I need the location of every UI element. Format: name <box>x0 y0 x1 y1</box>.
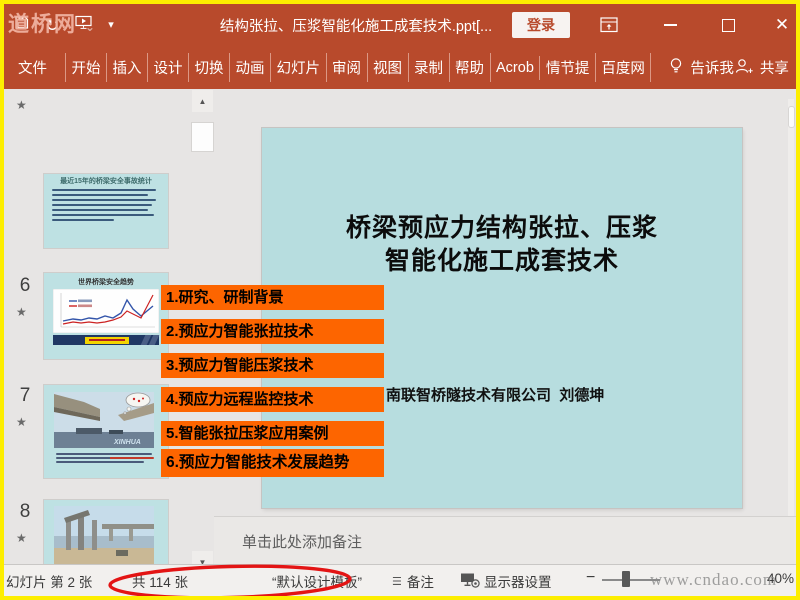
login-button[interactable]: 登录 <box>512 12 570 38</box>
template-name-label: “默认设计模板” <box>272 575 362 590</box>
main-scrollbar[interactable] <box>788 99 794 519</box>
lightbulb-icon <box>669 57 683 79</box>
tab-slideshow[interactable]: 幻灯片 <box>271 53 327 82</box>
bridge-collapse-photo: XINHUA <box>54 392 154 448</box>
thumbnail-slide-6[interactable]: 世界桥梁安全趋势 <box>44 273 168 359</box>
tell-me-label: 告诉我 <box>690 61 734 77</box>
thumbnail-line-chart <box>53 289 159 333</box>
thumb6-title: 世界桥梁安全趋势 <box>78 279 134 286</box>
toc-shape-group: 1.研究、研制背景 2.预应力智能张拉技术 3.预应力智能压浆技术 4.预应力远… <box>161 285 384 485</box>
notes-pane[interactable]: 单击此处添加备注 <box>214 516 796 565</box>
ribbon-tab-group: 开始 插入 设计 切换 动画 幻灯片 审阅 视图 录制 帮助 Acrob 情节提… <box>65 53 652 82</box>
tab-help[interactable]: 帮助 <box>450 53 491 82</box>
toc-item-1[interactable]: 1.研究、研制背景 <box>161 285 384 310</box>
zoom-level-label: 40% <box>766 571 794 586</box>
status-bar: 幻灯片 第 2 张 共 114 张 “默认设计模板” ☰ 备注 显示器设置 − … <box>4 564 796 596</box>
company-author-text[interactable]: 南联智桥隧技术有限公司 刘德坤 <box>386 384 604 405</box>
animation-star-icon: ★ <box>16 305 27 319</box>
thumb5-title: 最近15年的桥梁安全事故统计 <box>60 178 152 185</box>
tab-insert[interactable]: 插入 <box>107 53 148 82</box>
ribbon-display-options-icon[interactable] <box>594 4 624 46</box>
toc-item-2[interactable]: 2.预应力智能张拉技术 <box>161 319 384 344</box>
thumbnail-scrollbar-thumb[interactable] <box>192 123 213 151</box>
tab-review[interactable]: 审阅 <box>327 53 368 82</box>
ribbon-tab-bar: 文件 开始 插入 设计 切换 动画 幻灯片 审阅 视图 录制 帮助 Acrob … <box>4 46 796 89</box>
close-button[interactable]: ✕ <box>766 4 796 46</box>
tab-home[interactable]: 开始 <box>65 53 107 82</box>
undo-icon[interactable]: ↻ <box>45 17 59 34</box>
quick-access-toolbar: ↻ ▾ <box>14 4 114 46</box>
minimize-button[interactable] <box>654 4 686 46</box>
tab-view[interactable]: 视图 <box>368 53 409 82</box>
animation-star-icon: ★ <box>16 531 27 545</box>
slide-6-number: 6 <box>19 275 31 296</box>
share-label: 共享 <box>759 61 789 77</box>
tab-file[interactable]: 文件 <box>12 47 53 88</box>
notes-placeholder: 单击此处添加备注 <box>242 534 363 551</box>
qat-dropdown-icon[interactable]: ▾ <box>108 19 114 31</box>
tab-transitions[interactable]: 切换 <box>189 53 230 82</box>
powerpoint-window: ↻ ▾ 结构张拉、压浆智能化施工成套技术.ppt[... 登录 ✕ 文件 开始 … <box>4 4 796 596</box>
person-plus-icon <box>734 58 754 78</box>
document-title: 结构张拉、压浆智能化施工成套技术.ppt[... <box>219 18 493 35</box>
display-settings-icon <box>460 572 480 591</box>
tab-baidu-netdisk[interactable]: 百度网 <box>596 53 652 82</box>
share-button[interactable]: 共享 <box>734 57 789 78</box>
thumbnail-slide-8[interactable] <box>44 500 168 564</box>
tab-record[interactable]: 录制 <box>409 53 450 82</box>
maximize-button[interactable] <box>712 4 744 46</box>
tab-design[interactable]: 设计 <box>148 53 189 82</box>
title-bar: ↻ ▾ 结构张拉、压浆智能化施工成套技术.ppt[... 登录 ✕ <box>4 4 796 46</box>
animation-star-icon: ★ <box>16 98 27 112</box>
toc-item-5[interactable]: 5.智能张拉压浆应用案例 <box>161 421 384 446</box>
screenshot-frame: ↻ ▾ 结构张拉、压浆智能化施工成套技术.ppt[... 登录 ✕ 文件 开始 … <box>0 0 800 600</box>
slide-title[interactable]: 桥梁预应力结构张拉、压浆 智能化施工成套技术 <box>262 212 742 278</box>
scroll-down-icon[interactable]: ▼ <box>192 551 213 564</box>
slideshow-icon[interactable] <box>75 15 92 35</box>
notes-icon: ☰ <box>392 575 402 588</box>
tell-me-button[interactable]: 告诉我 <box>669 57 734 79</box>
tab-storyboarding[interactable]: 情节提 <box>540 53 596 82</box>
zoom-slider-handle[interactable] <box>622 571 630 587</box>
toc-item-3[interactable]: 3.预应力智能压浆技术 <box>161 353 384 378</box>
thumbnail-slide-5[interactable]: 最近15年的桥梁安全事故统计 <box>44 174 168 248</box>
animation-star-icon: ★ <box>16 415 27 429</box>
slide-position-label: 幻灯片 第 2 张 <box>6 575 93 590</box>
bridge-construction-photo <box>54 506 154 564</box>
notes-toggle-button[interactable]: ☰ 备注 <box>392 571 434 591</box>
scroll-up-icon[interactable]: ▲ <box>192 90 213 112</box>
slide-8-number: 8 <box>19 501 31 522</box>
tab-acrobat[interactable]: Acrob <box>491 55 541 80</box>
toc-item-6[interactable]: 6.预应力智能技术发展趋势 <box>161 449 384 477</box>
save-icon[interactable] <box>14 15 29 35</box>
slide-total-label: 共 114 张 <box>132 575 189 590</box>
tab-animations[interactable]: 动画 <box>230 53 271 82</box>
zoom-slider-track[interactable] <box>602 579 660 581</box>
zoom-out-icon[interactable]: − <box>586 569 595 587</box>
thumbnail-banner <box>53 335 160 345</box>
toc-item-4[interactable]: 4.预应力远程监控技术 <box>161 387 384 412</box>
svg-text:XINHUA: XINHUA <box>113 439 141 446</box>
display-settings-button[interactable]: 显示器设置 <box>460 571 552 591</box>
thumbnail-slide-7[interactable]: XINHUA <box>44 385 168 478</box>
slide-7-number: 7 <box>19 385 31 406</box>
main-scrollbar-thumb[interactable] <box>788 107 794 127</box>
